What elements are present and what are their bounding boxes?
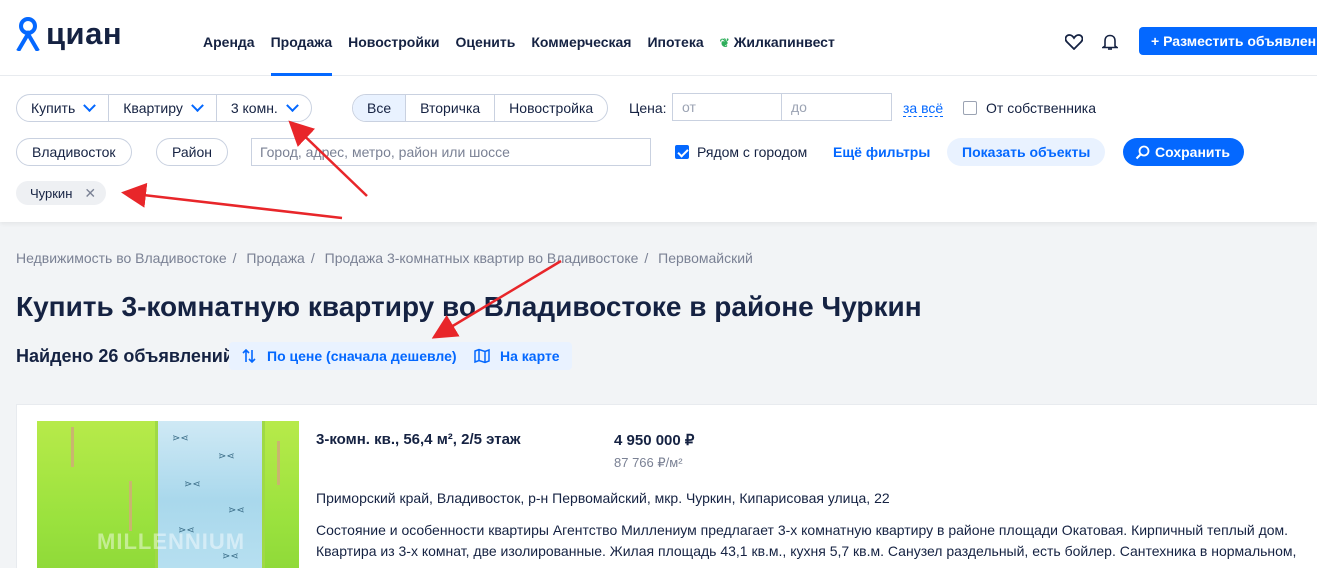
place-ad-button[interactable]: + Разместить объявление: [1139, 27, 1317, 55]
filter-tag: Чуркин ✕: [16, 181, 107, 205]
chevron-down-icon: [285, 98, 299, 112]
top-bar: циан Аренда Продажа Новостройки Оценить …: [0, 0, 1317, 76]
leaf-icon: ❦: [719, 36, 730, 50]
near-city-label: Рядом с городом: [697, 144, 808, 160]
deal-filter-group: Купить Квартиру 3 комн.: [16, 94, 312, 122]
nav-label: Аренда: [203, 34, 255, 50]
nav-mortgage[interactable]: Ипотека: [647, 0, 703, 76]
price-from-field[interactable]: от: [672, 93, 782, 121]
nav-sale[interactable]: Продажа: [270, 0, 333, 76]
top-icons: [1063, 31, 1121, 53]
heart-icon[interactable]: [1063, 31, 1085, 53]
nav-label: Жилкапинвест: [733, 34, 835, 50]
main-nav: Аренда Продажа Новостройки Оценить Комме…: [203, 0, 851, 76]
nav-zhilkapinvest[interactable]: ❦ Жилкапинвест: [720, 0, 835, 76]
photo-detail: ⋗⋖: [228, 505, 245, 516]
map-label: На карте: [500, 348, 560, 364]
photo-detail: ⋗⋖: [218, 451, 235, 462]
bell-icon[interactable]: [1099, 31, 1121, 53]
object-type-value: Квартиру: [123, 100, 183, 116]
nav-label: Ипотека: [647, 34, 704, 50]
photo-detail: [129, 481, 132, 531]
market-secondary[interactable]: Вторичка: [406, 95, 496, 121]
geo-search-input[interactable]: Город, адрес, метро, район или шоссе: [251, 138, 651, 166]
nav-label: Коммерческая: [531, 34, 632, 50]
logo-text: циан: [46, 16, 123, 51]
photo-detail: ⋗⋖: [184, 479, 201, 490]
more-filters-link[interactable]: Ещё фильтры: [833, 144, 930, 160]
chevron-down-icon: [83, 98, 97, 112]
owner-only-label: От собственника: [986, 100, 1096, 116]
photo-detail: [277, 441, 280, 485]
listing-card[interactable]: ⋗⋖ ⋗⋖ ⋗⋖ ⋗⋖ ⋗⋖ ⋗⋖ MILLENNIUM 3-комн. кв.…: [16, 404, 1317, 568]
nav-estimate[interactable]: Оценить: [456, 0, 516, 76]
listing-address[interactable]: Приморский край, Владивосток, р-н Первом…: [316, 490, 890, 506]
results-count: Найдено 26 объявлений: [16, 346, 234, 366]
listing-price: 4 950 000 ₽: [614, 432, 695, 449]
filter-tag-label: Чуркин: [30, 185, 73, 201]
breadcrumb-separator: /: [310, 250, 315, 266]
checkbox-icon: [963, 101, 977, 115]
owner-only-checkbox[interactable]: От собственника: [963, 100, 1096, 116]
save-label: Сохранить: [1155, 144, 1230, 160]
photo-watermark: MILLENNIUM: [97, 529, 246, 554]
checkbox-checked-icon: [675, 145, 689, 159]
object-type-select[interactable]: Квартиру: [109, 95, 217, 121]
deal-type-select[interactable]: Купить: [17, 95, 110, 121]
city-select[interactable]: Владивосток: [16, 138, 132, 166]
location-pin-icon: [16, 17, 40, 53]
save-search-button[interactable]: Сохранить: [1123, 138, 1244, 166]
listing-price-per-m2: 87 766 ₽/м²: [614, 455, 683, 470]
rooms-value: 3 комн.: [230, 100, 278, 116]
breadcrumb: Недвижимость во Владивостоке / Продажа / П…: [16, 250, 753, 266]
district-select[interactable]: Район: [156, 138, 228, 166]
rooms-select[interactable]: 3 комн.: [217, 95, 311, 121]
nav-label: Новостройки: [348, 34, 440, 50]
price-total-toggle[interactable]: за всё: [903, 100, 944, 117]
nav-commercial[interactable]: Коммерческая: [531, 0, 631, 76]
near-city-checkbox[interactable]: Рядом с городом: [675, 144, 807, 160]
chevron-down-icon: [190, 98, 204, 112]
photo-detail: ⋗⋖: [172, 433, 189, 444]
map-button[interactable]: На карте: [462, 342, 572, 370]
breadcrumb-item[interactable]: Недвижимость во Владивостоке: [16, 250, 227, 266]
market-new[interactable]: Новостройка: [495, 95, 607, 121]
breadcrumb-item[interactable]: Продажа: [246, 250, 304, 266]
breadcrumb-separator: /: [232, 250, 237, 266]
nav-new-buildings[interactable]: Новостройки: [348, 0, 439, 76]
nav-rent[interactable]: Аренда: [203, 0, 255, 76]
listing-photo[interactable]: ⋗⋖ ⋗⋖ ⋗⋖ ⋗⋖ ⋗⋖ ⋗⋖ MILLENNIUM: [37, 421, 299, 568]
breadcrumb-item[interactable]: Первомайский: [658, 250, 753, 266]
sort-icon: [242, 348, 256, 364]
market-toggle: Все Вторичка Новостройка: [352, 94, 609, 122]
sort-button[interactable]: По цене (сначала дешевле): [229, 342, 469, 370]
photo-detail: [71, 427, 74, 467]
header: циан Аренда Продажа Новостройки Оценить …: [0, 0, 1317, 222]
breadcrumb-separator: /: [644, 250, 649, 266]
listing-description: Состояние и особенности квартиры Агентст…: [316, 522, 1297, 559]
listing-title[interactable]: 3-комн. кв., 56,4 м², 2/5 этаж: [316, 431, 521, 448]
market-all[interactable]: Все: [353, 95, 407, 121]
price-to-field[interactable]: до: [781, 93, 892, 121]
price-label: Цена:: [629, 100, 667, 116]
deal-type-value: Купить: [31, 100, 76, 116]
save-search-icon: [1135, 145, 1150, 160]
breadcrumb-item[interactable]: Продажа 3-комнатных квартир во Владивост…: [325, 250, 639, 266]
map-icon: [474, 348, 490, 364]
sort-label: По цене (сначала дешевле): [267, 348, 457, 364]
page-title: Купить 3-комнатную квартиру во Владивост…: [16, 291, 922, 322]
close-icon[interactable]: ✕: [84, 185, 96, 202]
nav-label: Оценить: [455, 34, 516, 50]
show-objects-button[interactable]: Показать объекты: [947, 138, 1106, 166]
nav-label: Продажа: [270, 34, 333, 50]
logo[interactable]: циан: [16, 16, 123, 53]
